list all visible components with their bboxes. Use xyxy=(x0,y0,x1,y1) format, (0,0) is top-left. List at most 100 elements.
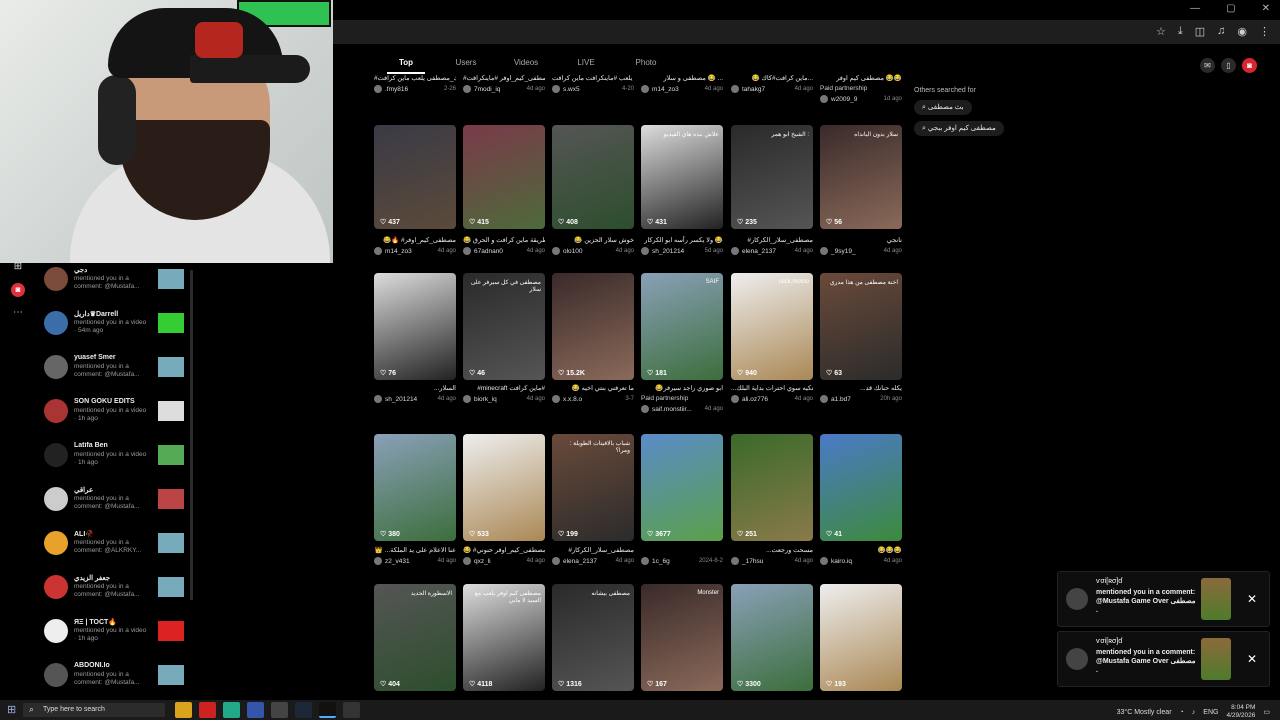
video-author[interactable]: m14_zo3 4d ago xyxy=(641,85,723,93)
media-icon[interactable]: ♫ xyxy=(1217,25,1225,38)
notification-username[interactable]: دجي xyxy=(74,266,162,274)
video-caption[interactable]: 😂😂😂 xyxy=(820,546,902,554)
avatar[interactable] xyxy=(44,311,68,335)
video-caption[interactable]: 😂🔥 #مصطفى_كيم_اوفر xyxy=(374,236,456,244)
video-thumbnail[interactable]: ♡ 76 xyxy=(374,273,456,380)
video-thumbnail[interactable]: ♡ 251 xyxy=(731,434,813,541)
sidebar-scrollbar[interactable] xyxy=(190,270,193,600)
video-author[interactable]: 1c_6g 2024-8-2 xyxy=(641,557,723,565)
video-author[interactable]: 7modi_iq 4d ago xyxy=(463,85,545,93)
mention-toast[interactable]: ѵσі[ʀσ]ɗ mentioned you in a comment: @Mus… xyxy=(1057,571,1270,627)
video-author[interactable]: elena_2137 4d ago xyxy=(731,247,813,255)
extensions-icon[interactable]: ◫ xyxy=(1195,25,1205,38)
video-author[interactable]: elena_2137 4d ago xyxy=(552,557,634,565)
bookmark-star-icon[interactable]: ☆ xyxy=(1156,25,1166,38)
notification-item[interactable]: yuasef Smer mentioned you in a comment: @… xyxy=(40,351,190,395)
video-author[interactable]: _9sy19_ 4d ago xyxy=(820,247,902,255)
video-author[interactable]: sh_201214 4d ago xyxy=(374,395,456,403)
video-caption[interactable]: #مصطفى_سلار_الكركار xyxy=(552,546,634,554)
notification-thumbnail[interactable] xyxy=(158,621,184,641)
more-icon[interactable]: ⋯ xyxy=(11,306,25,320)
maximize-button[interactable]: ▢ xyxy=(1226,3,1235,14)
video-author[interactable]: _17hsu 4d ago xyxy=(731,557,813,565)
tab-videos[interactable]: Videos xyxy=(505,58,547,67)
video-caption[interactable]: #مصطفى_كيم_اوفر #ماينكرافت xyxy=(463,74,545,82)
profile-icon[interactable]: ◉ xyxy=(1237,25,1247,38)
avatar[interactable] xyxy=(44,619,68,643)
video-caption[interactable]: نانجي xyxy=(820,236,902,244)
tab-live[interactable]: LIVE xyxy=(567,58,605,67)
video-author[interactable]: a1.bd7 20h ago xyxy=(820,395,902,403)
notification-item[interactable]: ABDONI.lo mentioned you in a comment: @Mu… xyxy=(40,659,190,703)
video-caption[interactable]: ...مسحت ورجعت xyxy=(731,546,813,554)
profile-avatar-icon[interactable]: ◙ xyxy=(1242,58,1257,73)
video-thumbnail[interactable]: ciick.motoo ♡ 940 xyxy=(731,273,813,380)
notification-item[interactable]: جعفر الزيدي mentioned you in a comment: @… xyxy=(40,571,190,615)
tab-top[interactable]: Top xyxy=(387,58,425,67)
notification-thumbnail[interactable] xyxy=(158,445,184,465)
notification-username[interactable]: SON GOKU EDITS xyxy=(74,398,162,405)
video-caption[interactable]: 😂ابو صوري راجد سيرفر xyxy=(641,384,723,392)
video-caption[interactable]: ...السلار xyxy=(374,384,456,392)
tab-photo[interactable]: Photo xyxy=(625,58,667,67)
chrome-icon[interactable] xyxy=(223,702,240,718)
video-author[interactable]: x.x.8.o 3-7 xyxy=(552,395,634,403)
live-game-icon[interactable]: ◙ xyxy=(11,283,25,297)
notification-thumbnail[interactable] xyxy=(158,313,184,333)
notification-item[interactable]: دجي mentioned you in a comment: @Mustafa.… xyxy=(40,263,190,307)
video-thumbnail[interactable]: Monster ♡ 167 xyxy=(641,584,723,691)
store-icon[interactable] xyxy=(247,702,264,718)
video-author[interactable]: w2009_9 1d ago xyxy=(820,95,902,103)
volume-icon[interactable]: ♪ xyxy=(1192,709,1196,716)
video-thumbnail[interactable]: ♡ 3677 xyxy=(641,434,723,541)
video-author[interactable]: sh_201214 5d ago xyxy=(641,247,723,255)
notification-item[interactable]: Latifa Ben mentioned you in a video · 1h … xyxy=(40,439,190,483)
video-caption[interactable]: 😂 #مصطفى_كيم_اوفر حنوني xyxy=(463,546,545,554)
notification-thumbnail[interactable] xyxy=(158,401,184,421)
video-caption[interactable]: #ستاك_مصطفى يلعب ماين كرافت xyxy=(374,74,456,82)
download-icon[interactable]: ⤓ xyxy=(1178,25,1183,38)
avatar[interactable] xyxy=(44,267,68,291)
video-thumbnail[interactable]: اخنة مصطفى من هذا مدري ♡ 63 xyxy=(820,273,902,380)
video-thumbnail[interactable]: ♡ 415 xyxy=(463,125,545,229)
video-caption[interactable]: #minecraft ماين كرافت# xyxy=(463,384,545,392)
video-caption[interactable]: مصطفى و سلار 😂 ... xyxy=(641,74,724,82)
video-caption[interactable]: 😂 ما تعرفني بنتي اخيه xyxy=(552,384,634,392)
video-author[interactable]: kairo.iq 4d ago xyxy=(820,557,902,565)
taskbar-search-box[interactable]: ⌕ Type here to search xyxy=(23,703,165,717)
video-caption[interactable]: مصطفى كيم اوفر 😂😂 xyxy=(820,74,902,82)
video-author[interactable]: biork_iq 4d ago xyxy=(463,395,545,403)
tiktok-icon[interactable] xyxy=(319,702,336,718)
video-author[interactable]: saif.monstiir... 4d ago xyxy=(641,405,723,413)
video-thumbnail[interactable]: ♡ 41 xyxy=(820,434,902,541)
notification-item[interactable]: SON GOKU EDITS mentioned you in a video ·… xyxy=(40,395,190,439)
video-thumbnail[interactable]: ♡ 533 xyxy=(463,434,545,541)
weather-text[interactable]: 33°C Mostly clear xyxy=(1117,709,1172,716)
avatar[interactable] xyxy=(44,531,68,555)
video-thumbnail[interactable]: مصطفى بيشانه ♡ 1316 xyxy=(552,584,634,691)
video-thumbnail[interactable]: مصطفى في كل سيرفر على سلار ♡ 46 xyxy=(463,273,545,380)
close-icon[interactable]: ✕ xyxy=(1247,652,1257,666)
video-thumbnail[interactable]: ♡ 193 xyxy=(820,584,902,691)
video-author[interactable]: m14_zo3 4d ago xyxy=(374,247,456,255)
notification-thumbnail[interactable] xyxy=(158,665,184,685)
network-icon[interactable]: ◔ xyxy=(1180,709,1184,716)
video-author[interactable]: .fmy816 2-26 xyxy=(374,85,456,93)
obs-icon[interactable] xyxy=(271,702,288,718)
video-author[interactable]: qxz_li 4d ago xyxy=(463,557,545,565)
avatar[interactable] xyxy=(44,663,68,687)
notification-username[interactable]: yuasef Smer xyxy=(74,354,162,361)
clock[interactable]: 8:04 PM 4/29/2026 xyxy=(1226,704,1255,720)
avatar[interactable] xyxy=(44,399,68,423)
notifications-icon[interactable]: ▭ xyxy=(1263,708,1270,716)
video-thumbnail[interactable]: شباب بالافيتات الطويلة : ومرا؟ ♡ 199 xyxy=(552,434,634,541)
video-author[interactable]: ali.oz776 4d ago xyxy=(731,395,813,403)
close-icon[interactable]: ✕ xyxy=(1247,592,1257,606)
notification-thumbnail[interactable] xyxy=(158,577,184,597)
video-author[interactable]: s.wx5 4-20 xyxy=(552,85,634,93)
tab-users[interactable]: Users xyxy=(446,58,486,67)
file-explorer-icon[interactable] xyxy=(175,702,192,718)
avatar[interactable] xyxy=(44,575,68,599)
video-caption[interactable]: #مصطفى_سلار_الكركار xyxy=(731,236,813,244)
notification-thumbnail[interactable] xyxy=(158,357,184,377)
